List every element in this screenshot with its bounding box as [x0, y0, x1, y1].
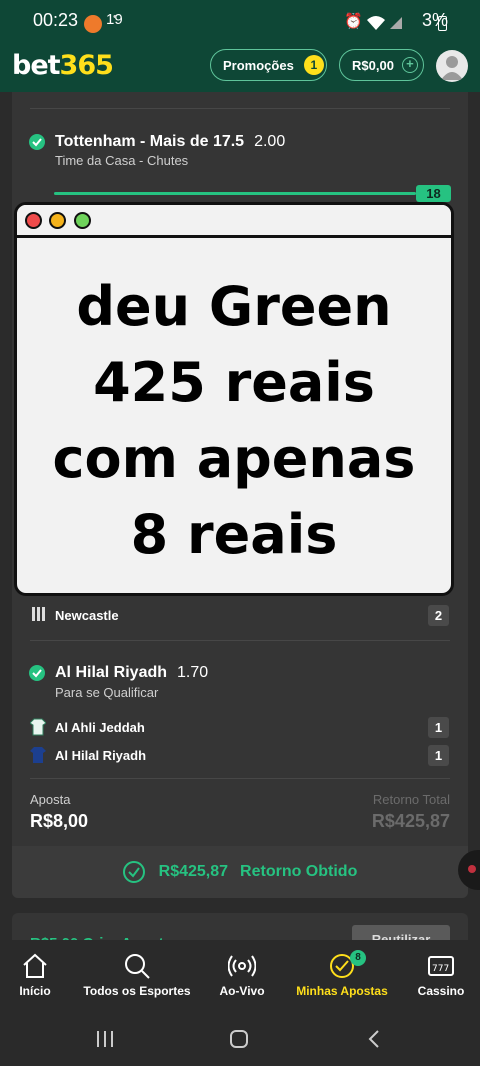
team-score: 1	[428, 745, 449, 766]
divider	[30, 640, 450, 641]
balance-button[interactable]: R$0,00 +	[339, 49, 424, 81]
promotions-badge: 1	[303, 55, 324, 75]
team-name: Al Hilal Riyadh	[55, 748, 147, 763]
team-shirt-icon	[32, 607, 45, 621]
notification-app-icon	[84, 15, 102, 33]
team-name: Al Ahli Jeddah	[55, 720, 145, 735]
notification-dot-icon: •	[113, 11, 117, 23]
close-dot-icon	[25, 212, 42, 229]
promotions-button[interactable]: Promoções 1	[210, 49, 327, 81]
nav-all-sports-label: Todos os Esportes	[83, 984, 191, 998]
bottom-navigation: Início Todos os Esportes Ao-Vivo 8 Minha…	[0, 940, 480, 1010]
logo-text-365: 365	[59, 50, 114, 81]
selection-1-market: Time da Casa - Chutes	[55, 153, 189, 168]
team-shirt-icon	[30, 718, 46, 736]
won-check-icon	[29, 134, 45, 150]
won-check-icon	[29, 665, 45, 681]
caption-line: 425 reais	[93, 351, 375, 414]
account-avatar-icon[interactable]	[436, 50, 468, 82]
caption-line: com apenas	[52, 427, 416, 490]
divider	[30, 108, 450, 109]
selection-1-odds: 2.00	[254, 133, 286, 150]
deposit-plus-icon[interactable]: +	[401, 57, 418, 73]
home-icon	[23, 953, 47, 978]
nav-live-label: Ao-Vivo	[219, 984, 265, 998]
nav-casino-label: Cassino	[417, 984, 465, 998]
total-return-label: Retorno Total	[372, 792, 450, 807]
alarm-icon: ⏰	[344, 13, 363, 30]
live-icon	[228, 955, 256, 977]
nav-live[interactable]: Ao-Vivo	[207, 940, 277, 1010]
recent-apps-icon[interactable]	[95, 1029, 115, 1049]
balance-value: R$0,00	[352, 57, 394, 73]
system-navigation-bar	[0, 1010, 480, 1066]
battery-icon	[438, 16, 447, 31]
my-bets-badge: 8	[350, 950, 366, 966]
svg-text:777: 777	[432, 964, 449, 974]
maximize-dot-icon	[74, 212, 91, 229]
nav-my-bets[interactable]: 8 Minhas Apostas	[292, 940, 392, 1010]
team-name: Newcastle	[55, 608, 119, 623]
return-obtained-bar: R$425,87 Retorno Obtido	[12, 846, 468, 898]
selection-2-market: Para se Qualificar	[55, 685, 159, 700]
status-time: 00:23	[33, 10, 79, 30]
selection-1-name: Tottenham - Mais de 17.5 2.00	[55, 133, 286, 150]
back-icon[interactable]	[365, 1029, 385, 1049]
return-obtained-amount: R$425,87	[158, 863, 229, 880]
stake-value: R$8,00	[30, 811, 89, 831]
slot-machine-icon: 777	[428, 956, 454, 976]
signal-icon	[390, 17, 402, 29]
nav-home-label: Início	[19, 984, 51, 998]
minimize-dot-icon	[49, 212, 66, 229]
team-shirt-icon	[30, 747, 46, 763]
caption-text: deu Green 425 reais com apenas 8 reais	[17, 269, 451, 573]
window-titlebar	[17, 205, 451, 238]
home-button-icon[interactable]	[229, 1029, 249, 1049]
stat-progress-value: 18	[416, 185, 451, 202]
nav-home[interactable]: Início	[0, 940, 70, 1010]
check-circle-icon	[122, 861, 145, 883]
return-obtained-label: Retorno Obtido	[240, 863, 358, 880]
team-score: 1	[428, 717, 449, 738]
nav-my-bets-label: Minhas Apostas	[296, 984, 388, 998]
stake-label: Aposta	[30, 792, 71, 807]
search-icon	[125, 954, 150, 979]
selection-2-odds: 1.70	[177, 664, 209, 681]
caption-line: 8 reais	[130, 503, 338, 566]
team-score: 2	[428, 605, 449, 626]
status-bar: 00:23 19 • ⏰ 3%	[0, 0, 480, 40]
caption-line: deu Green	[76, 275, 392, 338]
promotions-label: Promoções	[223, 57, 294, 73]
total-return-value: R$425,87	[371, 811, 450, 831]
logo-text-bet: bet	[12, 50, 61, 81]
selection-2-name: Al Hilal Riyadh 1.70	[55, 664, 209, 681]
app-header: bet365 Promoções 1 R$0,00 +	[0, 40, 480, 92]
caption-overlay: deu Green 425 reais com apenas 8 reais	[14, 202, 454, 596]
divider	[30, 778, 450, 779]
bet365-logo[interactable]: bet365	[12, 50, 114, 81]
nav-all-sports[interactable]: Todos os Esportes	[82, 940, 192, 1010]
nav-casino[interactable]: 777 Cassino	[408, 940, 474, 1010]
stat-progress-bar	[54, 192, 416, 195]
wifi-icon	[367, 16, 385, 30]
